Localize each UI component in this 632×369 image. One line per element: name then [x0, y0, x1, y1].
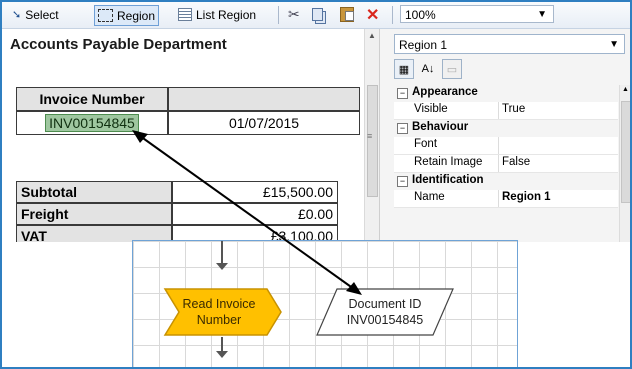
- categorized-view-icon[interactable]: ▦: [394, 59, 414, 79]
- cut-icon[interactable]: ✂: [288, 5, 300, 24]
- category-identification[interactable]: − Identification: [394, 173, 618, 190]
- pointer-icon: ➘: [12, 9, 22, 21]
- document-scrollbar[interactable]: ▲ ≡: [364, 29, 379, 242]
- category-label: Behaviour: [412, 121, 469, 133]
- column-divider: [498, 155, 499, 172]
- chevron-down-icon: ▼: [537, 9, 547, 20]
- connector-arrow-icon: [216, 351, 228, 358]
- property-pages-icon[interactable]: ▭: [442, 59, 462, 79]
- property-value[interactable]: Region 1: [502, 191, 551, 203]
- invoice-number-cell: INV00154845: [16, 111, 168, 135]
- property-key: Name: [414, 191, 445, 203]
- column-divider: [498, 190, 499, 207]
- collapse-icon[interactable]: −: [397, 88, 408, 99]
- property-value[interactable]: True: [502, 103, 525, 115]
- freight-amount: £0.00: [172, 203, 338, 225]
- property-key: Font: [414, 138, 438, 150]
- connector-line: [221, 241, 223, 263]
- app-window: ➘ Select Region List Region ✂ ✕ 100% ▼ A…: [0, 0, 632, 369]
- region-tool-label: Region: [117, 8, 156, 23]
- read-stage-label: Read Invoice Number: [159, 287, 279, 337]
- read-stage-line2: Number: [196, 313, 242, 327]
- scrollbar-thumb[interactable]: [621, 101, 630, 203]
- select-tool-label: Select: [25, 7, 59, 22]
- region-1-highlight[interactable]: INV00154845: [45, 114, 139, 132]
- selected-object-value: Region 1: [399, 38, 448, 52]
- category-label: Identification: [412, 174, 484, 186]
- connector-line: [221, 337, 223, 351]
- object-selector-dropdown[interactable]: Region 1 ▼: [394, 34, 625, 54]
- list-region-tool-label: List Region: [196, 7, 257, 22]
- table-header-blank: [168, 87, 360, 111]
- column-divider: [498, 102, 499, 119]
- collapse-icon[interactable]: −: [397, 176, 408, 187]
- paste-icon[interactable]: [340, 5, 354, 24]
- list-region-tool-button[interactable]: List Region: [178, 5, 256, 24]
- data-item-label: Document ID INV00154845: [315, 287, 455, 337]
- copy-icon[interactable]: [312, 5, 323, 24]
- scroll-grip-icon: ≡: [367, 131, 373, 141]
- data-item-line1: Document ID: [348, 297, 422, 311]
- document-title: Accounts Payable Department: [10, 36, 227, 53]
- properties-scrollbar[interactable]: ▲: [619, 85, 630, 242]
- property-key: Visible: [414, 103, 448, 115]
- region-tool-button[interactable]: Region: [94, 5, 160, 26]
- zoom-dropdown[interactable]: 100% ▼: [400, 5, 554, 23]
- zoom-value: 100%: [405, 8, 436, 22]
- property-grid: − Appearance Visible True − Behaviour Fo…: [394, 85, 618, 208]
- scroll-up-icon[interactable]: ▲: [368, 31, 376, 40]
- toolbar: ➘ Select Region List Region ✂ ✕ 100% ▼: [2, 2, 630, 29]
- category-behaviour[interactable]: − Behaviour: [394, 120, 618, 137]
- flowchart-canvas[interactable]: Read Invoice Number Document ID INV00154…: [132, 240, 518, 367]
- column-divider: [498, 137, 499, 154]
- property-row-font[interactable]: Font: [394, 137, 618, 155]
- alphabetical-sort-icon[interactable]: A↓: [418, 59, 438, 79]
- chevron-down-icon: ▼: [609, 39, 619, 50]
- read-stage-line1: Read Invoice: [182, 297, 256, 311]
- freight-label: Freight: [16, 203, 172, 225]
- property-row-visible[interactable]: Visible True: [394, 102, 618, 120]
- properties-pane: Region 1 ▼ ▦ A↓ ▭ − Appearance Visible T…: [379, 29, 630, 242]
- scroll-up-icon[interactable]: ▲: [622, 86, 629, 93]
- subtotal-label: Subtotal: [16, 181, 172, 203]
- delete-close-icon[interactable]: ✕: [366, 5, 379, 24]
- property-value[interactable]: False: [502, 156, 530, 168]
- category-label: Appearance: [412, 86, 478, 98]
- category-appearance[interactable]: − Appearance: [394, 85, 618, 102]
- property-key: Retain Image: [414, 156, 483, 168]
- subtotal-amount: £15,500.00: [172, 181, 338, 203]
- property-row-retain-image[interactable]: Retain Image False: [394, 155, 618, 173]
- region-dotted-box-icon: [98, 9, 113, 22]
- invoice-date-cell: 01/07/2015: [168, 111, 360, 135]
- list-icon: [178, 8, 192, 21]
- connector-arrow-icon: [216, 263, 228, 270]
- select-tool-button[interactable]: ➘ Select: [12, 5, 59, 24]
- property-row-name[interactable]: Name Region 1: [394, 190, 618, 208]
- scrollbar-thumb[interactable]: [367, 85, 378, 197]
- data-item-line2: INV00154845: [346, 313, 424, 327]
- properties-toolbar: ▦ A↓ ▭: [394, 59, 462, 81]
- invoice-number-header: Invoice Number: [16, 87, 168, 111]
- toolbar-divider: [278, 6, 279, 24]
- document-preview-pane: Accounts Payable Department Invoice Numb…: [2, 29, 378, 242]
- toolbar-divider: [392, 6, 393, 24]
- collapse-icon[interactable]: −: [397, 123, 408, 134]
